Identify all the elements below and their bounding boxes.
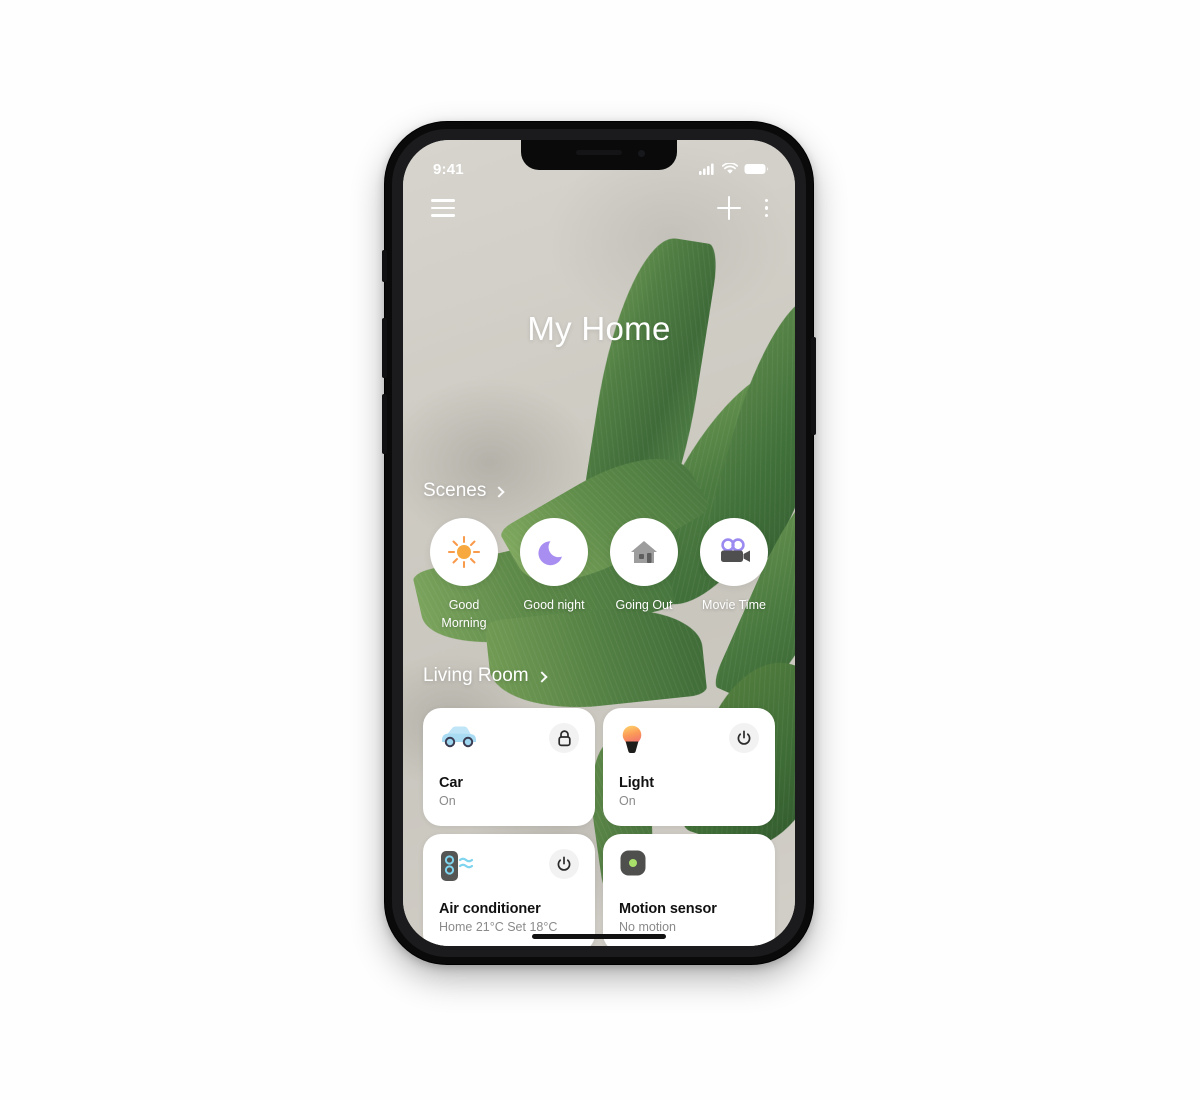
volume-up-button[interactable] (382, 318, 387, 378)
device-name: Motion sensor (619, 901, 717, 917)
scene-good-night[interactable]: Good night (513, 518, 595, 632)
battery-icon (744, 164, 769, 174)
device-status: On (619, 794, 636, 808)
chevron-right-icon (493, 485, 506, 498)
scene-icon-circle (700, 518, 768, 586)
phone-device-frame: 9:41 My Home Scenes Good Morning Good ni… (382, 122, 816, 964)
device-status: Home 21°C Set 18°C (439, 920, 558, 934)
card-header (619, 723, 759, 763)
page-title: My Home (527, 310, 671, 347)
device-cards-grid: Car On Light On Air conditioner Home 21°… (423, 708, 795, 946)
front-camera (638, 150, 645, 157)
device-card-car[interactable]: Car On (423, 708, 595, 826)
scene-icon-circle (520, 518, 588, 586)
earpiece-speaker (576, 150, 622, 155)
scene-label: Movie Time (702, 598, 766, 612)
scenes-section-header[interactable]: Scenes (423, 480, 795, 502)
home-indicator (532, 934, 666, 939)
device-status: On (439, 794, 456, 808)
power-button[interactable] (811, 337, 816, 435)
scene-label: Going Out (615, 598, 673, 612)
power-icon-button[interactable] (729, 723, 759, 753)
scenes-section-label: Scenes (423, 480, 487, 501)
power-icon-button[interactable] (549, 849, 579, 879)
silent-switch-button[interactable] (382, 250, 387, 282)
lock-icon (557, 729, 571, 746)
card-header (619, 849, 759, 889)
power-icon (557, 856, 571, 871)
device-status: No motion (619, 920, 676, 934)
screenshot-canvas: 9:41 My Home Scenes Good Morning Good ni… (0, 0, 1200, 1100)
air-conditioner-icon (441, 851, 474, 881)
scene-good-morning[interactable]: Good Morning (423, 518, 505, 632)
scenes-row: Good Morning Good night Going Out Movie … (423, 518, 795, 632)
hamburger-menu-icon[interactable] (431, 199, 455, 217)
scene-going-out[interactable]: Going Out (603, 518, 685, 632)
app-top-bar (403, 186, 795, 220)
kebab-menu-icon[interactable] (759, 197, 771, 219)
scene-label: Good Morning (441, 598, 487, 631)
device-card-air-conditioner[interactable]: Air conditioner Home 21°C Set 18°C (423, 834, 595, 946)
status-bar-indicators (699, 163, 769, 175)
device-card-light[interactable]: Light On (603, 708, 775, 826)
top-bar-actions (717, 196, 771, 220)
sun-icon (448, 536, 480, 568)
phone-screen: 9:41 My Home Scenes Good Morning Good ni… (403, 140, 795, 946)
device-name: Light (619, 775, 654, 791)
lightbulb-icon (622, 725, 642, 753)
scenes-section: Scenes Good Morning Good night Going Out… (423, 480, 795, 632)
power-icon (737, 730, 751, 745)
room-section: Living Room (423, 665, 548, 687)
device-name: Air conditioner (439, 901, 541, 917)
wifi-icon (722, 163, 738, 174)
room-section-header[interactable]: Living Room (423, 665, 548, 687)
scene-movie-time[interactable]: Movie Time (693, 518, 775, 632)
signal-icon (699, 163, 714, 175)
card-header (439, 849, 579, 889)
scene-icon-circle (610, 518, 678, 586)
motion-sensor-icon (620, 850, 646, 876)
moon-icon (538, 541, 562, 566)
device-notch (521, 140, 677, 170)
scene-label: Good night (523, 598, 585, 612)
device-name: Car (439, 775, 463, 791)
device-card-motion-sensor[interactable]: Motion sensor No motion (603, 834, 775, 946)
volume-down-button[interactable] (382, 394, 387, 454)
card-header (439, 723, 579, 763)
car-icon (442, 726, 476, 748)
chevron-right-icon (535, 670, 548, 683)
movie-camera-icon (721, 538, 750, 562)
house-icon (631, 541, 657, 563)
lock-icon-button[interactable] (549, 723, 579, 753)
scene-icon-circle (430, 518, 498, 586)
plus-icon[interactable] (717, 196, 741, 220)
status-bar-time: 9:41 (433, 160, 464, 178)
room-section-label: Living Room (423, 665, 529, 686)
